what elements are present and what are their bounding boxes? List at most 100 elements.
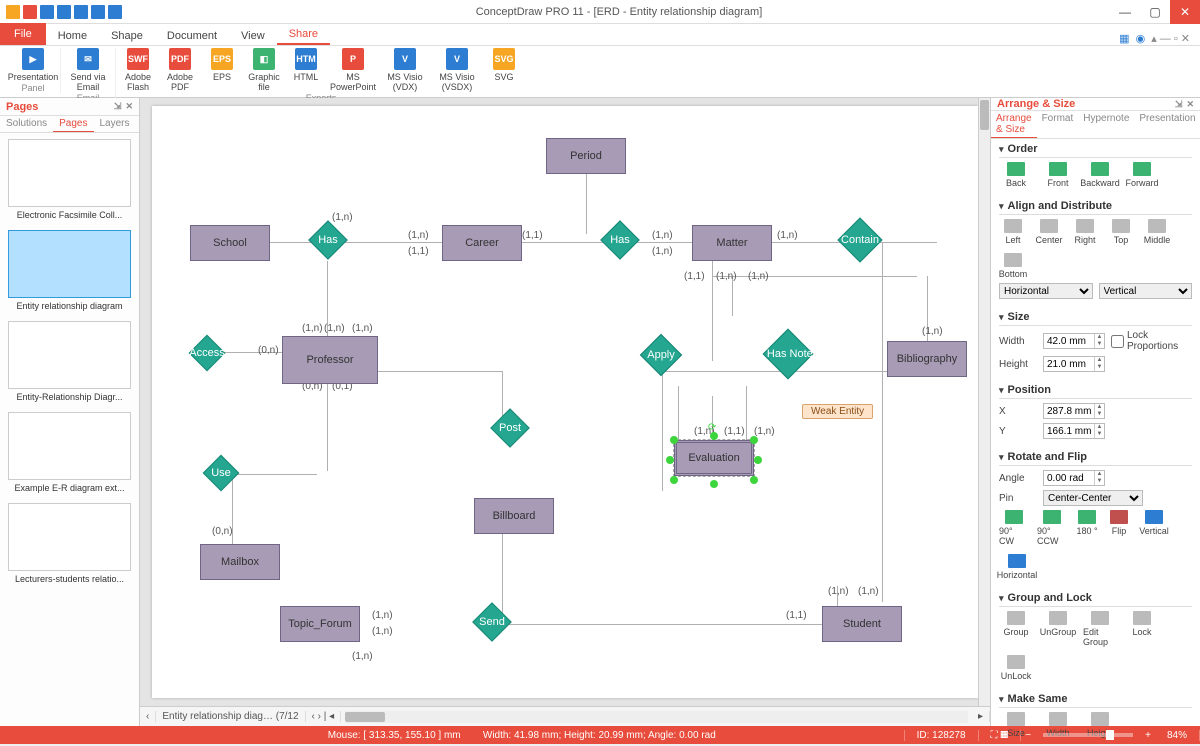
pin-icon[interactable]: ⇲ (1175, 99, 1183, 110)
rtab-format[interactable]: Format (1037, 111, 1079, 138)
undo-icon[interactable] (57, 5, 71, 19)
tab-nav[interactable]: ‹ › | ◂ (306, 711, 342, 722)
close-button[interactable]: ✕ (1170, 0, 1200, 24)
thumb-er-diagram-2[interactable]: Entity-Relationship Diagr... (8, 321, 131, 402)
export-eps-button[interactable]: EPSEPS (204, 48, 240, 92)
resize-handle[interactable] (670, 476, 678, 484)
align-bottom-button[interactable]: Bottom (999, 253, 1027, 279)
layers-tab[interactable]: Layers (94, 116, 136, 132)
entity-evaluation[interactable]: Evaluation (674, 440, 754, 476)
pos-y-input[interactable]: ▲▼ (1043, 423, 1105, 439)
rotate-90cw-button[interactable]: 90° CW (999, 510, 1029, 546)
lock-proportions-checkbox[interactable]: Lock Proportions (1111, 330, 1149, 352)
rotate-90ccw-button[interactable]: 90° CCW (1037, 510, 1067, 546)
canvas-horizontal-scrollbar[interactable] (345, 711, 968, 723)
solutions-tab[interactable]: Solutions (0, 116, 53, 132)
entity-topic[interactable]: Topic_Forum (280, 606, 360, 642)
thumb-entity-relationship[interactable]: Entity relationship diagram (8, 230, 131, 311)
export-vdx-button[interactable]: VMS Visio (VDX) (382, 48, 428, 92)
export-html-button[interactable]: HTMHTML (288, 48, 324, 92)
thumb-lecturers-students[interactable]: Lecturers-students relatio... (8, 503, 131, 584)
unlock-button[interactable]: UnLock (999, 655, 1033, 681)
export-graphic-button[interactable]: ◧Graphic file (246, 48, 282, 92)
resize-handle[interactable] (666, 456, 674, 464)
canvas[interactable]: (1,n) (1,1) (1,1) (1,n) (1,1) (1,1) (1,n… (140, 98, 990, 706)
resize-handle[interactable] (750, 436, 758, 444)
scroll-right-icon[interactable]: ▸ (972, 711, 990, 722)
entity-bibliography[interactable]: Bibliography (887, 341, 967, 377)
entity-period[interactable]: Period (546, 138, 626, 174)
order-back-button[interactable]: Back (999, 162, 1033, 188)
zoom-slider[interactable] (1043, 733, 1133, 737)
grid-icon[interactable]: ▦ (1119, 32, 1129, 45)
entity-student[interactable]: Student (822, 606, 902, 642)
height-input[interactable]: ▲▼ (1043, 356, 1105, 372)
distribute-horizontal-select[interactable]: Horizontal (999, 283, 1093, 299)
close-panel-icon[interactable]: ✕ (1186, 99, 1194, 110)
save-icon[interactable] (91, 5, 105, 19)
rtab-arrange[interactable]: Arrange & Size (991, 111, 1037, 138)
tab-view[interactable]: View (229, 27, 277, 45)
order-front-button[interactable]: Front (1041, 162, 1075, 188)
width-input[interactable]: ▲▼ (1043, 333, 1105, 349)
rtab-presentation[interactable]: Presentation (1134, 111, 1200, 138)
entity-billboard[interactable]: Billboard (474, 498, 554, 534)
print-icon[interactable] (108, 5, 122, 19)
resize-handle[interactable] (754, 456, 762, 464)
resize-handle[interactable] (670, 436, 678, 444)
resize-handle[interactable] (710, 432, 718, 440)
open-icon[interactable] (40, 5, 54, 19)
angle-input[interactable]: ▲▼ (1043, 470, 1105, 486)
pin-select[interactable]: Center-Center (1043, 490, 1143, 506)
entity-mailbox[interactable]: Mailbox (200, 544, 280, 580)
edit-group-button[interactable]: Edit Group (1083, 611, 1117, 647)
thumb-electronic-facsimile[interactable]: Electronic Facsimile Coll... (8, 139, 131, 220)
export-ppt-button[interactable]: PMS PowerPoint (330, 48, 376, 92)
tab-home[interactable]: Home (46, 27, 99, 45)
entity-matter[interactable]: Matter (692, 225, 772, 261)
align-right-button[interactable]: Right (1071, 219, 1099, 245)
flip-horizontal-button[interactable]: Horizontal (999, 554, 1035, 580)
export-pdf-button[interactable]: PDFAdobe PDF (162, 48, 198, 92)
entity-professor[interactable]: Professor (282, 336, 378, 384)
distribute-vertical-select[interactable]: Vertical (1099, 283, 1193, 299)
resize-handle[interactable] (710, 480, 718, 488)
entity-school[interactable]: School (190, 225, 270, 261)
status-icons[interactable]: ⛶ ▦ (979, 730, 1022, 741)
export-swf-button[interactable]: SWFAdobe Flash (120, 48, 156, 92)
align-center-button[interactable]: Center (1035, 219, 1063, 245)
align-left-button[interactable]: Left (999, 219, 1027, 245)
lock-button[interactable]: Lock (1125, 611, 1159, 647)
maximize-button[interactable]: ▢ (1140, 0, 1170, 24)
close-panel-icon[interactable]: ✕ (125, 101, 133, 112)
export-svg-button[interactable]: SVGSVG (486, 48, 522, 92)
collapse-ribbon-icon[interactable]: ▴ — ▫ ✕ (1151, 32, 1190, 45)
tab-shape[interactable]: Shape (99, 27, 155, 45)
canvas-page[interactable]: (1,n) (1,1) (1,1) (1,n) (1,1) (1,1) (1,n… (152, 106, 978, 698)
entity-career[interactable]: Career (442, 225, 522, 261)
canvas-vertical-scrollbar[interactable] (978, 98, 990, 706)
thumb-example-er[interactable]: Example E-R diagram ext... (8, 412, 131, 493)
order-forward-button[interactable]: Forward (1125, 162, 1159, 188)
rtab-hypernote[interactable]: Hypernote (1078, 111, 1134, 138)
send-email-button[interactable]: ✉ Send via Email (65, 48, 111, 92)
presentation-button[interactable]: ▶ Presentation (10, 48, 56, 82)
tab-share[interactable]: Share (277, 25, 330, 45)
pages-tab[interactable]: Pages (53, 116, 93, 132)
ungroup-button[interactable]: UnGroup (1041, 611, 1075, 647)
order-backward-button[interactable]: Backward (1083, 162, 1117, 188)
flip-button[interactable]: Flip (1107, 510, 1131, 546)
export-vsdx-button[interactable]: VMS Visio (VSDX) (434, 48, 480, 92)
align-middle-button[interactable]: Middle (1143, 219, 1171, 245)
redo-icon[interactable] (74, 5, 88, 19)
help-icon[interactable]: ◉ (1136, 32, 1146, 45)
prev-page-icon[interactable]: ‹ (140, 711, 156, 722)
file-tab[interactable]: File (0, 23, 46, 45)
rotate-180-button[interactable]: 180 ° (1075, 510, 1099, 546)
resize-handle[interactable] (750, 476, 758, 484)
new-icon[interactable] (23, 5, 37, 19)
tab-document[interactable]: Document (155, 27, 229, 45)
pos-x-input[interactable]: ▲▼ (1043, 403, 1105, 419)
pin-icon[interactable]: ⇲ (114, 101, 122, 112)
group-button[interactable]: Group (999, 611, 1033, 647)
